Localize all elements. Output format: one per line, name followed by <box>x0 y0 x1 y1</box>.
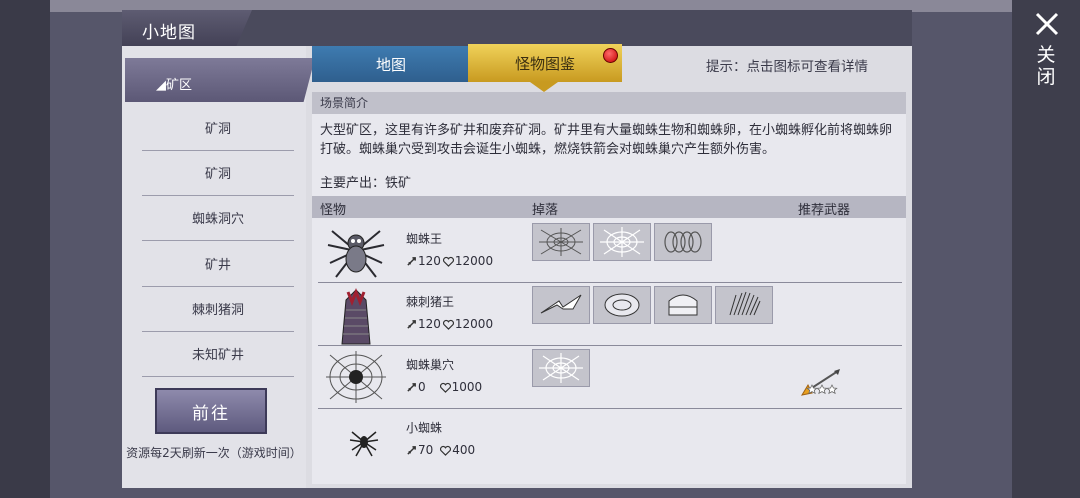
sidebar-item-unknown-mine[interactable]: 未知矿井 <box>142 331 294 377</box>
tab-map[interactable]: 地图 <box>312 46 470 82</box>
sidebar-item-mine-cave-2[interactable]: 矿洞 <box>142 150 294 196</box>
cobweb-icon[interactable] <box>532 349 590 387</box>
coiled-thread-icon[interactable] <box>654 223 712 261</box>
attack-icon <box>407 382 416 392</box>
monster-stats: 120 12000 <box>406 317 493 331</box>
hp-value: 12000 <box>454 317 494 331</box>
spider-silk-icon[interactable] <box>532 223 590 261</box>
scene-description: 大型矿区，这里有许多矿井和废弃矿洞。矿井里有大量蜘蛛生物和蜘蛛卵，在小蜘蛛孵化前… <box>320 123 893 157</box>
attack-value: 120 <box>418 254 441 268</box>
notification-dot-icon <box>603 48 618 63</box>
heart-icon <box>439 382 451 393</box>
monster-name: 蜘蛛巢穴 <box>406 358 455 372</box>
sidebar-item-mine-area[interactable] <box>125 58 315 102</box>
main-output: 主要产出：铁矿 <box>320 176 412 191</box>
title-bar: 小地图 <box>122 10 912 46</box>
meat-icon[interactable] <box>593 286 651 324</box>
attack-icon <box>407 445 416 455</box>
burning-arrow-icon[interactable] <box>800 367 846 399</box>
spider-nest-icon[interactable] <box>324 349 388 405</box>
header-weapon: 推荐武器 <box>798 203 851 218</box>
heart-icon <box>442 256 454 267</box>
background-left <box>0 0 50 498</box>
monster-stats: 70 400 <box>406 443 475 457</box>
page-title: 小地图 <box>142 23 196 43</box>
boar-king-icon[interactable] <box>324 286 388 345</box>
sidebar-item-mine-cave-1[interactable]: 矿洞 <box>142 105 294 151</box>
monster-stats: 120 12000 <box>406 254 493 268</box>
attack-value: 70 <box>418 443 434 457</box>
header-drops: 掉落 <box>532 203 559 218</box>
active-tab-pointer <box>530 82 558 92</box>
monster-name: 蜘蛛王 <box>406 232 443 246</box>
go-button[interactable]: 前往 <box>155 388 267 434</box>
cobweb-icon[interactable] <box>593 223 651 261</box>
small-spider-icon[interactable] <box>324 412 388 468</box>
bristle-icon[interactable] <box>715 286 773 324</box>
table-row: 蜘蛛王 120 12000 <box>318 220 902 283</box>
monster-name: 小蜘蛛 <box>406 421 443 435</box>
attack-icon <box>407 319 416 329</box>
monster-table-header: 怪物 掉落 推荐武器 <box>312 196 906 218</box>
hint-text: 提示：点击图标可查看详情 <box>706 59 868 75</box>
spider-king-icon[interactable] <box>324 223 388 279</box>
tab-monster-guide[interactable]: 怪物图鉴 <box>468 44 622 82</box>
sidebar-item-spider-cave[interactable]: 蜘蛛洞穴 <box>142 195 294 241</box>
scene-section-header: 场景简介 <box>312 92 906 114</box>
heart-icon <box>440 445 452 456</box>
hp-value: 1000 <box>451 380 483 394</box>
table-row: 棘刺猪王 120 12000 <box>318 283 902 346</box>
tusk-icon[interactable] <box>532 286 590 324</box>
hp-value: 12000 <box>454 254 494 268</box>
refresh-note: 资源每2天刷新一次（游戏时间） <box>126 446 302 460</box>
table-row: 小蜘蛛 70 400 <box>318 409 902 471</box>
sidebar-active-label: ◢矿区 <box>156 78 192 93</box>
close-icon[interactable] <box>1034 11 1060 37</box>
fat-icon[interactable] <box>654 286 712 324</box>
hp-value: 400 <box>452 443 476 457</box>
attack-value: 0 <box>418 380 426 394</box>
attack-icon <box>407 256 416 266</box>
monster-stats: 0 1000 <box>406 380 482 394</box>
header-monster: 怪物 <box>320 203 347 218</box>
attack-value: 120 <box>418 317 441 331</box>
sidebar-item-mine-shaft[interactable]: 矿井 <box>142 241 294 287</box>
close-button[interactable]: 关闭 <box>1034 44 1058 88</box>
sidebar-item-boar-cave[interactable]: 棘刺猪洞 <box>142 286 294 332</box>
monster-name: 棘刺猪王 <box>406 295 455 309</box>
heart-icon <box>442 319 454 330</box>
